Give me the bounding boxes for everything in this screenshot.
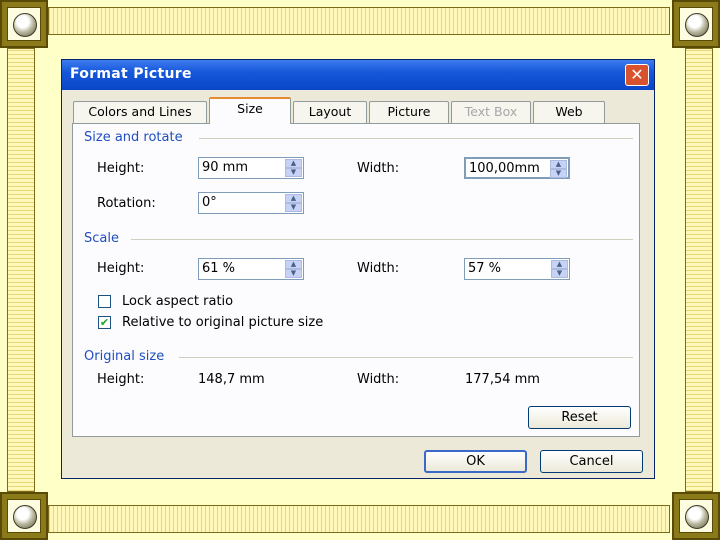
ok-button[interactable]: OK [424,450,527,473]
original-height-value: 148,7 mm [198,372,265,387]
close-button[interactable]: ✕ [625,64,649,86]
title-bar[interactable]: Format Picture ✕ [62,60,654,90]
tab-web[interactable]: Web [533,101,605,123]
spin-down-icon[interactable]: ▼ [550,169,567,178]
tab-layout[interactable]: Layout [293,101,367,123]
knob-icon [13,13,37,37]
cancel-button[interactable]: Cancel [540,450,643,473]
frame-top-rail [48,7,670,35]
original-size-heading: Original size [84,349,165,364]
knob-icon [685,13,709,37]
rotation-value: 0° [202,195,217,210]
frame-corner-top-left [0,0,48,48]
scale-height-value: 61 % [202,261,236,276]
knob-icon [685,505,709,529]
height-value: 90 mm [202,160,249,175]
divider [131,239,633,240]
tab-colors-and-lines[interactable]: Colors and Lines [73,101,207,123]
scale-width-value: 57 % [468,261,502,276]
frame-bottom-rail [48,505,670,533]
spin-up-icon[interactable]: ▲ [285,159,302,168]
relative-size-label[interactable]: Relative to original picture size [122,315,323,330]
checkmark-icon: ✔ [99,316,110,329]
spin-up-icon[interactable]: ▲ [551,260,568,269]
spin-up-icon[interactable]: ▲ [550,160,567,169]
spin-down-icon[interactable]: ▼ [285,168,302,177]
tab-text-box: Text Box [451,101,531,123]
height-input[interactable]: 90 mm ▲ ▼ [198,157,304,179]
tab-picture[interactable]: Picture [369,101,449,123]
format-picture-dialog: Format Picture ✕ Colors and Lines Size L… [61,59,655,479]
frame-corner-top-right [672,0,720,48]
frame-corner-bottom-right [672,492,720,540]
spin-down-icon[interactable]: ▼ [551,269,568,278]
spin-up-icon[interactable]: ▲ [285,194,302,203]
size-and-rotate-heading: Size and rotate [84,130,183,145]
frame-left-rail [7,48,35,492]
scale-height-input[interactable]: 61 % ▲ ▼ [198,258,304,280]
dialog-title: Format Picture [70,66,192,82]
lock-aspect-checkbox[interactable] [98,295,111,308]
spin-down-icon[interactable]: ▼ [285,269,302,278]
divider [199,138,633,139]
height-label: Height: [97,161,145,176]
spin-down-icon[interactable]: ▼ [285,203,302,212]
original-height-label: Height: [97,372,145,387]
width-input[interactable]: 100,00mm ▲ ▼ [464,157,570,179]
rotation-label: Rotation: [97,196,156,211]
width-value: 100,00mm [469,161,540,176]
scale-width-label: Width: [357,261,400,276]
reset-button[interactable]: Reset [528,406,631,429]
original-width-value: 177,54 mm [465,372,540,387]
original-width-label: Width: [357,372,400,387]
relative-size-checkbox[interactable]: ✔ [98,316,111,329]
frame-right-rail [685,48,713,492]
lock-aspect-label[interactable]: Lock aspect ratio [122,294,233,309]
tab-size[interactable]: Size [209,97,291,124]
rotation-input[interactable]: 0° ▲ ▼ [198,192,304,214]
width-label: Width: [357,161,400,176]
divider [179,357,633,358]
scale-height-label: Height: [97,261,145,276]
close-icon: ✕ [630,65,644,84]
knob-icon [13,505,37,529]
spin-up-icon[interactable]: ▲ [285,260,302,269]
scale-heading: Scale [84,231,119,246]
size-tab-panel: Size and rotate Height: 90 mm ▲ ▼ Width: … [72,123,640,437]
frame-corner-bottom-left [0,492,48,540]
scale-width-input[interactable]: 57 % ▲ ▼ [464,258,570,280]
